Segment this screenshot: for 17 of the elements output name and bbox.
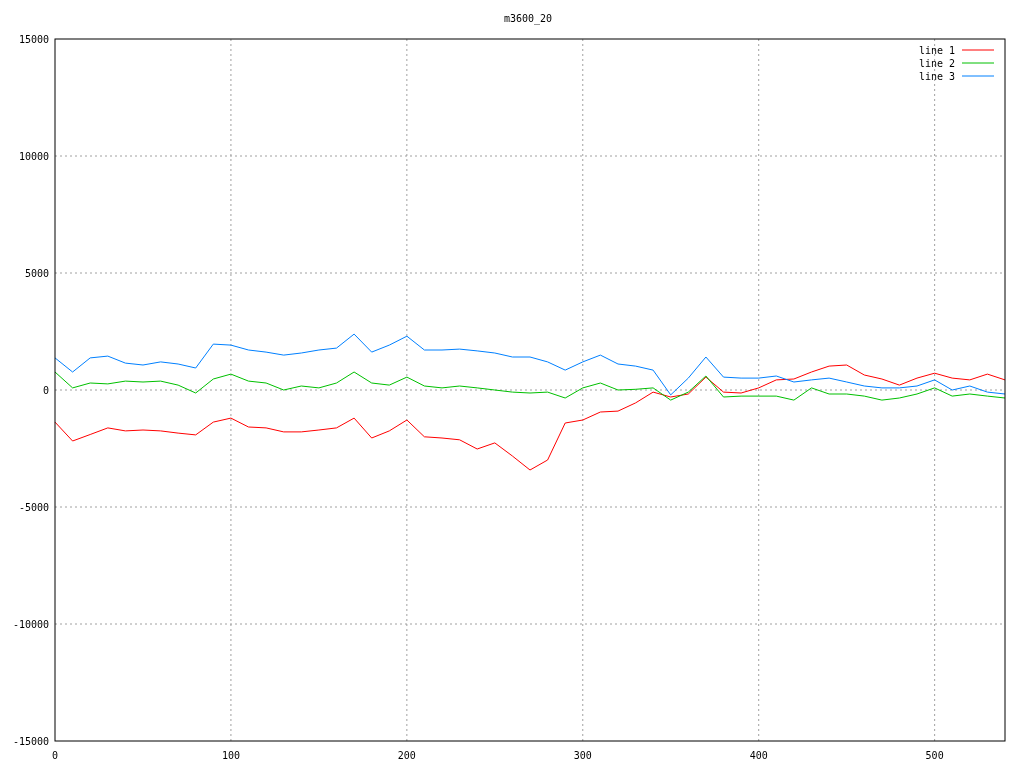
y-tick-label: -10000 <box>12 619 49 630</box>
x-tick-label: 400 <box>749 750 768 761</box>
x-tick-label: 300 <box>573 750 592 761</box>
y-tick-label: 5000 <box>24 268 49 279</box>
legend-label: line 3 <box>918 71 955 82</box>
x-tick-label: 200 <box>397 750 416 761</box>
y-tick-label: 10000 <box>18 151 49 162</box>
legend-label: line 2 <box>918 58 955 69</box>
x-tick-label: 100 <box>221 750 240 761</box>
x-tick-label: 500 <box>925 750 944 761</box>
x-tick-label: 0 <box>52 750 58 761</box>
legend-label: line 1 <box>918 45 955 56</box>
chart-title: m3600_20 <box>503 13 553 24</box>
y-tick-label: 15000 <box>18 34 49 45</box>
y-tick-label: -5000 <box>18 502 49 513</box>
y-tick-label: -15000 <box>12 736 49 747</box>
y-tick-label: 0 <box>42 385 49 396</box>
